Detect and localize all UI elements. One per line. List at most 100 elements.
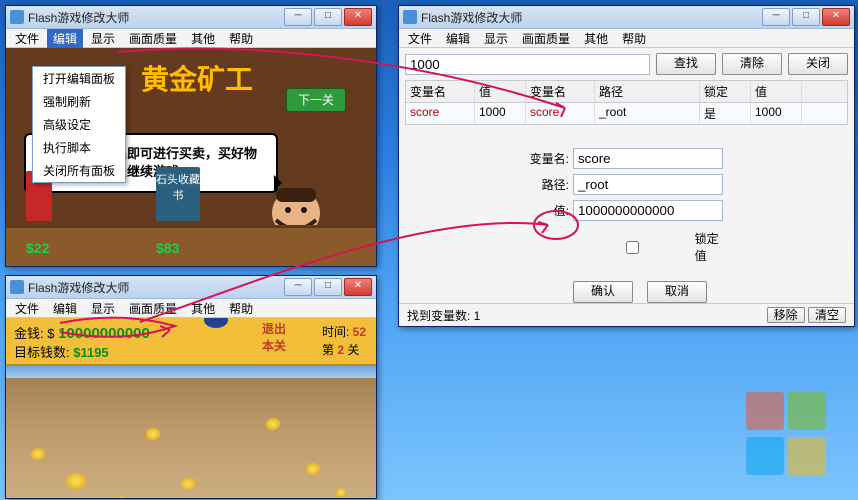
mine-area xyxy=(6,378,376,498)
search-button[interactable]: 查找 xyxy=(656,53,716,75)
col-value[interactable]: 值 xyxy=(751,81,802,102)
menubar: 文件 编辑 显示 画面质量 其他 帮助 xyxy=(399,29,854,48)
status-text: 找到变量数: 1 xyxy=(407,307,480,324)
variable-form: 变量名: 路径: 值: 锁定值 确认 取消 xyxy=(529,148,723,303)
time-value: 52 xyxy=(353,325,366,339)
menu-view[interactable]: 显示 xyxy=(478,29,514,48)
level-value: 2 xyxy=(337,343,344,357)
clear-button[interactable]: 清除 xyxy=(722,53,782,75)
maximize-button[interactable]: □ xyxy=(314,278,342,296)
lock-checkbox-row: 锁定值 xyxy=(573,230,723,264)
window-gameplay: Flash游戏修改大师 ─ □ ✕ 文件 编辑 显示 画面质量 其他 帮助 金钱… xyxy=(5,275,377,499)
menubar: 文件 编辑 显示 画面质量 其他 帮助 xyxy=(6,29,376,48)
lock-label: 锁定值 xyxy=(695,230,723,264)
menu-edit[interactable]: 编辑 xyxy=(47,299,83,318)
cell-var: score xyxy=(526,103,595,124)
hud-right: 时间: 52 第 2 关 xyxy=(322,323,366,359)
cancel-button[interactable]: 取消 xyxy=(647,281,707,303)
label-val: 值: xyxy=(529,202,573,219)
menu-file[interactable]: 文件 xyxy=(402,29,438,48)
ok-button[interactable]: 确认 xyxy=(573,281,633,303)
menu-quality[interactable]: 画面质量 xyxy=(123,299,183,318)
gold-nugget xyxy=(66,473,86,489)
item-price: $83 xyxy=(156,240,179,256)
minimize-button[interactable]: ─ xyxy=(284,8,312,26)
menu-help[interactable]: 帮助 xyxy=(616,29,652,48)
search-input[interactable] xyxy=(405,54,650,75)
col-variable[interactable]: 变量名 xyxy=(526,81,595,102)
close-button[interactable]: ✕ xyxy=(344,278,372,296)
col-lock[interactable]: 锁定 xyxy=(700,81,751,102)
col-variable[interactable]: 变量名 xyxy=(406,81,475,102)
dropdown-item[interactable]: 执行脚本 xyxy=(33,136,125,159)
app-icon xyxy=(403,10,417,24)
goal-value: $1195 xyxy=(73,345,108,360)
close-button[interactable]: ✕ xyxy=(822,8,850,26)
menu-quality[interactable]: 画面质量 xyxy=(123,29,183,48)
dropdown-item[interactable]: 高级设定 xyxy=(33,113,125,136)
hud: 金钱: $ 10000000000 目标钱数: $1195 退出本关 时间: 5… xyxy=(6,318,376,366)
dropdown-item[interactable]: 强制刷新 xyxy=(33,90,125,113)
gold-nugget xyxy=(266,418,280,430)
menu-view[interactable]: 显示 xyxy=(85,29,121,48)
window-game-shop: Flash游戏修改大师 ─ □ ✕ 文件 编辑 显示 画面质量 其他 帮助 打开… xyxy=(5,5,377,267)
dropdown-item[interactable]: 关闭所有面板 xyxy=(33,159,125,182)
gold-nugget xyxy=(116,496,126,498)
menu-other[interactable]: 其他 xyxy=(185,299,221,318)
col-value[interactable]: 值 xyxy=(475,81,526,102)
wallpaper-logo xyxy=(744,390,828,480)
empty-button[interactable]: 清空 xyxy=(808,307,846,323)
dropdown-item[interactable]: 打开编辑面板 xyxy=(33,67,125,90)
gold-nugget xyxy=(146,428,160,440)
cell-var: score xyxy=(406,103,475,124)
label-path: 路径: xyxy=(529,176,573,193)
col-path[interactable]: 路径 xyxy=(595,81,700,102)
menu-help[interactable]: 帮助 xyxy=(223,299,259,318)
game-title: 黄金矿工 xyxy=(141,58,253,98)
cell-path: _root xyxy=(595,103,700,124)
input-var[interactable] xyxy=(573,148,723,169)
next-level-button[interactable]: 下一关 xyxy=(286,88,346,112)
item-price: $22 xyxy=(26,240,49,256)
gold-nugget xyxy=(306,463,320,475)
menu-other[interactable]: 其他 xyxy=(185,29,221,48)
shop-item-book[interactable]: 石头收藏书 xyxy=(156,167,200,224)
statusbar: 找到变量数: 1 移除 清空 xyxy=(399,303,854,326)
edit-dropdown: 打开编辑面板 强制刷新 高级设定 执行脚本 关闭所有面板 xyxy=(32,66,126,183)
exit-level-button[interactable]: 退出本关 xyxy=(262,321,286,355)
sky-strip xyxy=(6,366,376,378)
titlebar[interactable]: Flash游戏修改大师 ─ □ ✕ xyxy=(399,6,854,29)
menu-edit[interactable]: 编辑 xyxy=(47,29,83,48)
app-icon xyxy=(10,10,24,24)
menu-file[interactable]: 文件 xyxy=(9,299,45,318)
menubar: 文件 编辑 显示 画面质量 其他 帮助 xyxy=(6,299,376,318)
money-value: 10000000000 xyxy=(58,325,150,342)
menu-file[interactable]: 文件 xyxy=(9,29,45,48)
menu-view[interactable]: 显示 xyxy=(85,299,121,318)
close-button[interactable]: ✕ xyxy=(344,8,372,26)
input-val[interactable] xyxy=(573,200,723,221)
maximize-button[interactable]: □ xyxy=(792,8,820,26)
menu-edit[interactable]: 编辑 xyxy=(440,29,476,48)
menu-help[interactable]: 帮助 xyxy=(223,29,259,48)
titlebar[interactable]: Flash游戏修改大师 ─ □ ✕ xyxy=(6,6,376,29)
window-editor: Flash游戏修改大师 ─ □ ✕ 文件 编辑 显示 画面质量 其他 帮助 查找… xyxy=(398,5,855,327)
app-icon xyxy=(10,280,24,294)
grid-row[interactable]: score 1000 score _root 是 1000 xyxy=(406,103,847,124)
lock-checkbox[interactable] xyxy=(577,241,688,254)
close-button[interactable]: 关闭 xyxy=(788,53,848,75)
label-var: 变量名: xyxy=(529,150,573,167)
game-shop-canvas: 打开编辑面板 强制刷新 高级设定 执行脚本 关闭所有面板 黄金矿工 下一关 点击… xyxy=(6,48,376,266)
minimize-button[interactable]: ─ xyxy=(284,278,312,296)
titlebar[interactable]: Flash游戏修改大师 ─ □ ✕ xyxy=(6,276,376,299)
cell-val: 1000 xyxy=(751,103,802,124)
gameplay-canvas[interactable]: 金钱: $ 10000000000 目标钱数: $1195 退出本关 时间: 5… xyxy=(6,318,376,498)
goal-row: 目标钱数: $1195 xyxy=(14,342,109,361)
minimize-button[interactable]: ─ xyxy=(762,8,790,26)
menu-quality[interactable]: 画面质量 xyxy=(516,29,576,48)
maximize-button[interactable]: □ xyxy=(314,8,342,26)
window-title: Flash游戏修改大师 xyxy=(421,9,760,26)
input-path[interactable] xyxy=(573,174,723,195)
menu-other[interactable]: 其他 xyxy=(578,29,614,48)
remove-button[interactable]: 移除 xyxy=(767,307,805,323)
